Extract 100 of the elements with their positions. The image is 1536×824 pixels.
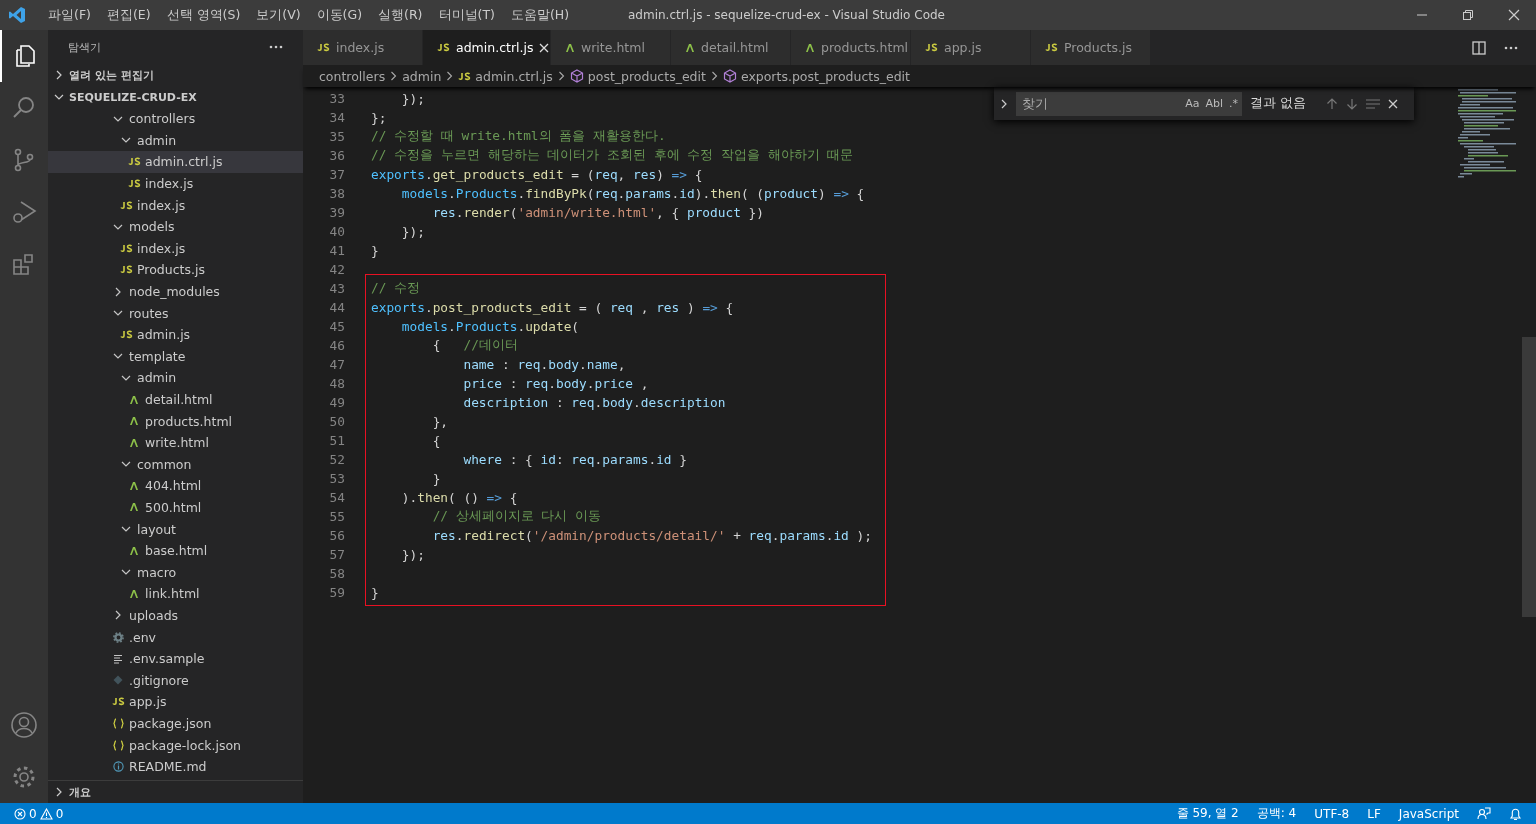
code-line: exports.get_products_edit = (req, res) => { xyxy=(371,167,703,182)
file-tree-item[interactable]: Products.js xyxy=(48,259,303,281)
file-tree-item[interactable]: write.html xyxy=(48,431,303,454)
problems-indicator[interactable]: 0 0 xyxy=(14,806,64,821)
breadcrumb-item[interactable]: admin xyxy=(402,68,442,84)
file-tree-item[interactable]: admin xyxy=(48,367,303,389)
file-tree-item[interactable]: routes xyxy=(48,302,303,324)
file-tree-item[interactable]: models xyxy=(48,215,303,238)
file-tree-item[interactable]: 500.html xyxy=(48,496,303,519)
file-tree-item[interactable]: admin xyxy=(48,129,303,152)
file-tree-item[interactable]: 404.html xyxy=(48,475,303,497)
breadcrumb-item[interactable]: admin.ctrl.js xyxy=(475,68,553,84)
editor-tab[interactable]: detail.html xyxy=(671,30,791,65)
file-tree-item[interactable]: macro xyxy=(48,561,303,584)
file-tree-item[interactable]: common xyxy=(48,453,303,476)
run-debug-icon[interactable] xyxy=(11,199,37,225)
file-tree-item[interactable]: README.md xyxy=(48,755,303,778)
file-tree-item[interactable]: uploads xyxy=(48,604,303,627)
account-icon[interactable] xyxy=(10,711,38,739)
project-root[interactable]: SEQUELIZE-CRUD-EX xyxy=(69,90,197,104)
chevron-down-icon[interactable] xyxy=(54,92,64,102)
file-tree-item[interactable]: detail.html xyxy=(48,388,303,411)
line-number: 37 xyxy=(328,167,345,182)
file-tree-item[interactable]: base.html xyxy=(48,539,303,562)
outline-section[interactable]: 개요 xyxy=(69,784,91,800)
file-tree-item[interactable]: .env.sample xyxy=(48,647,303,670)
file-tree-item[interactable]: package.json xyxy=(48,712,303,735)
file-tree-item[interactable]: index.js xyxy=(48,237,303,260)
cube-icon xyxy=(569,69,584,83)
breadcrumb-item[interactable]: exports.post_products_edit xyxy=(740,68,910,84)
menu-item[interactable]: 실행(R) xyxy=(370,6,431,24)
menu-item[interactable]: 편집(E) xyxy=(98,6,159,24)
file-tree-item[interactable]: package-lock.json xyxy=(48,734,303,756)
js-file-icon xyxy=(925,43,938,52)
more-actions-icon[interactable] xyxy=(1504,45,1518,50)
editor-tab[interactable]: Products.js xyxy=(1031,30,1151,65)
menu-item[interactable]: 이동(G) xyxy=(308,6,371,24)
file-tree-item[interactable]: node_modules xyxy=(48,280,303,303)
file-tree-item[interactable]: products.html xyxy=(48,410,303,432)
close-icon[interactable] xyxy=(1388,98,1398,109)
line-number: 48 xyxy=(328,376,345,391)
chevron-right-icon[interactable] xyxy=(54,787,64,797)
html-file-icon xyxy=(129,588,139,599)
editor-tab[interactable]: write.html xyxy=(551,30,671,65)
status-item[interactable]: UTF-8 xyxy=(1314,806,1350,821)
restore-icon[interactable] xyxy=(1462,9,1474,21)
file-tree-item[interactable]: index.js xyxy=(48,172,303,195)
window-title: admin.ctrl.js - sequelize-crud-ex - Visual Studio Code xyxy=(628,8,945,22)
file-tree-item[interactable]: template xyxy=(48,345,303,368)
editor-tab[interactable]: index.js xyxy=(303,30,423,65)
close-icon[interactable] xyxy=(539,42,550,53)
js-file-icon xyxy=(119,265,133,275)
js-file-icon xyxy=(127,157,141,167)
menu-item[interactable]: 선택 영역(S) xyxy=(158,6,249,24)
breadcrumb-item[interactable]: controllers xyxy=(319,68,386,84)
status-item[interactable]: LF xyxy=(1367,806,1381,821)
menu-item[interactable]: 터미널(T) xyxy=(430,6,503,24)
bell-icon[interactable] xyxy=(1509,806,1522,821)
file-tree-item[interactable]: layout xyxy=(48,518,303,540)
editor-tab[interactable]: admin.ctrl.js xyxy=(423,30,551,65)
find-option[interactable]: .* xyxy=(1229,97,1238,110)
menu-item[interactable]: 보기(V) xyxy=(248,6,309,24)
file-tree-item[interactable]: link.html xyxy=(48,583,303,605)
chevron-right-icon[interactable] xyxy=(54,70,64,80)
status-item[interactable]: 공백: 4 xyxy=(1256,805,1297,822)
settings-icon[interactable] xyxy=(11,764,37,790)
arrow-down-icon[interactable] xyxy=(1346,97,1358,110)
editor-tab[interactable]: app.js xyxy=(911,30,1031,65)
find-field[interactable]: 찾기 Aa Abl .* xyxy=(1016,91,1242,116)
find-option[interactable]: Abl xyxy=(1205,97,1223,110)
line-number: 57 xyxy=(328,547,345,562)
file-tree-item[interactable]: app.js xyxy=(48,691,303,713)
menu-item[interactable]: 도움말(H) xyxy=(502,6,578,24)
file-tree-item[interactable]: .env xyxy=(48,626,303,648)
breadcrumb-item[interactable]: post_products_edit xyxy=(587,68,706,84)
split-editor-icon[interactable] xyxy=(1472,40,1486,55)
file-tree-item[interactable]: .gitignore xyxy=(48,669,303,692)
arrow-up-icon[interactable] xyxy=(1326,97,1338,110)
file-tree-item[interactable]: controllers xyxy=(48,108,303,130)
file-tree-item[interactable]: admin.ctrl.js xyxy=(48,151,303,173)
status-item[interactable]: JavaScript xyxy=(1398,806,1459,821)
editor-tab[interactable]: products.html xyxy=(791,30,911,65)
feedback-icon[interactable] xyxy=(1477,806,1491,821)
line-number: 36 xyxy=(328,148,345,163)
scrollbar[interactable] xyxy=(1522,337,1536,617)
close-icon[interactable] xyxy=(1508,9,1520,21)
chevron-right-icon[interactable] xyxy=(1000,97,1008,110)
js-file-icon xyxy=(119,200,133,210)
code-line: }); xyxy=(400,547,425,562)
more-actions-icon[interactable] xyxy=(269,45,283,49)
find-option[interactable]: Aa xyxy=(1185,97,1200,110)
open-editors-section[interactable]: 열려 있는 편집기 xyxy=(69,67,154,83)
file-tree-item[interactable]: admin.js xyxy=(48,323,303,346)
status-item[interactable]: 줄 59, 열 2 xyxy=(1176,805,1239,822)
line-number: 50 xyxy=(328,414,345,429)
menu-item[interactable]: 파일(F) xyxy=(40,6,99,24)
line-number: 34 xyxy=(328,110,345,125)
app-logo-icon xyxy=(8,6,26,24)
js-file-icon xyxy=(127,179,141,189)
file-tree-item[interactable]: index.js xyxy=(48,194,303,216)
